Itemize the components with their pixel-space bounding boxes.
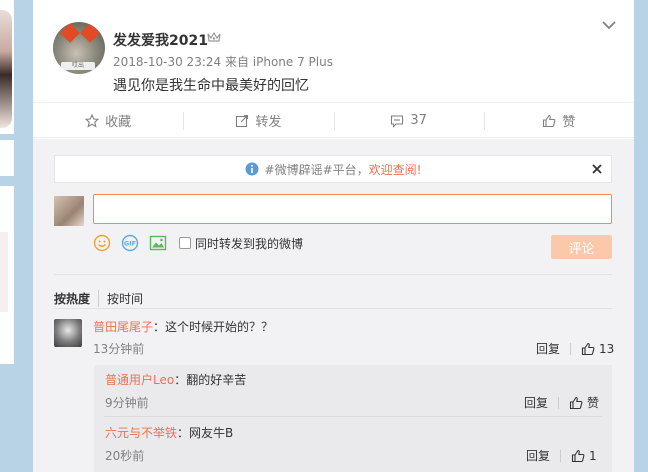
tab-sort-by-time[interactable]: 按时间 [98, 290, 151, 307]
replier-name[interactable]: 六元与不举铁 [105, 426, 177, 440]
chevron-down-icon[interactable] [602, 20, 616, 30]
post-text: 遇见你是我生命中最美好的回忆 [113, 78, 309, 94]
left-sidebar-fragment [0, 0, 14, 472]
divider [54, 308, 612, 309]
post-meta: 2018-10-30 23:24 来自 iPhone 7 Plus [113, 53, 333, 70]
comment-section: #微博辟谣#平台，欢迎查阅! GIF 同时转发到我的微博 评论 按热度 按时间 … [33, 139, 634, 472]
repost-checkbox-text: 同时转发到我的微博 [195, 236, 304, 251]
reply-text: ：翻的好辛苦 [174, 373, 247, 387]
repost-label: 转发 [255, 115, 282, 130]
image-icon[interactable] [149, 234, 167, 252]
commenter-avatar[interactable] [54, 319, 82, 347]
submit-comment-button[interactable]: 评论 [551, 235, 612, 259]
divider [104, 416, 602, 417]
post-timestamp[interactable]: 2018-10-30 23:24 [113, 55, 221, 69]
avatar-caption: 哎出 [61, 62, 95, 70]
comment-like-count: 13 [599, 341, 615, 356]
username[interactable]: 发发爱我2021 [113, 30, 208, 50]
crown-icon [207, 31, 221, 42]
repost-button[interactable]: 转发 [183, 103, 333, 138]
user-avatar[interactable]: 哎出 [53, 22, 105, 74]
comment-text: ：这个时候开始的？？ [153, 320, 274, 334]
comment-icon [391, 114, 404, 128]
weibo-post-card: 哎出 发发爱我2021 2018-10-30 23:24 来自 iPhone 7… [33, 0, 634, 472]
replier-name[interactable]: 普通用户Leo [105, 373, 174, 387]
comment-count: 37 [410, 113, 427, 128]
reply-button[interactable]: 回复 [536, 340, 560, 357]
reply-time: 9分钟前 [105, 396, 149, 410]
notice-text[interactable]: #微博辟谣#平台， [265, 163, 369, 177]
star-icon [85, 113, 100, 128]
reply-list: 普通用户Leo：翻的好辛苦 9分钟前 回复 赞 六元与不举铁：网友牛B 20秒前… [94, 365, 612, 472]
composer-tools: GIF 同时转发到我的微博 [93, 234, 303, 252]
post-header: 哎出 发发爱我2021 2018-10-30 23:24 来自 iPhone 7… [33, 0, 634, 138]
comment-actions: 回复 13 [536, 340, 614, 357]
comment-button[interactable]: 37 [333, 103, 484, 138]
left-profile-card [0, 0, 14, 134]
reply-actions: 回复 赞 [524, 394, 599, 411]
reply-button[interactable]: 回复 [524, 394, 548, 411]
reply-actions: 回复 1 [526, 447, 597, 464]
reply-like-label: 赞 [587, 396, 600, 410]
tab-sort-by-heat[interactable]: 按热度 [54, 290, 98, 307]
comment-time: 13分钟前 [93, 342, 145, 356]
post-source: 来自 iPhone 7 Plus [224, 55, 333, 69]
notice-link[interactable]: 欢迎查阅! [369, 163, 422, 177]
divider [54, 274, 612, 275]
left-card-fragment [0, 140, 14, 176]
reply-body: 普通用户Leo：翻的好辛苦 [105, 371, 246, 388]
comment-body: 普田尾尾子：这个时候开始的？？ [93, 318, 273, 335]
reply-time: 20秒前 [105, 449, 145, 463]
favorite-label: 收藏 [105, 115, 132, 130]
repost-checkbox[interactable] [179, 237, 191, 249]
like-label: 赞 [562, 115, 576, 130]
like-button[interactable]: 赞 [483, 103, 634, 138]
comment-input[interactable] [93, 194, 612, 224]
rumor-notice: #微博辟谣#平台，欢迎查阅! [54, 155, 612, 183]
sort-tabs: 按热度 按时间 [54, 290, 151, 307]
repost-checkbox-label[interactable]: 同时转发到我的微博 [179, 235, 303, 252]
reply-like-button[interactable]: 1 [571, 449, 597, 463]
commenter-name[interactable]: 普田尾尾子 [93, 320, 153, 334]
comment-like-button[interactable]: 13 [581, 342, 614, 356]
thumbs-up-icon [581, 342, 595, 355]
reply-body: 六元与不举铁：网友牛B [105, 424, 233, 441]
svg-text:GIF: GIF [124, 240, 136, 248]
reply-button[interactable]: 回复 [526, 447, 550, 464]
favorite-button[interactable]: 收藏 [33, 103, 183, 138]
repost-icon [236, 114, 249, 127]
left-card-fragment [0, 186, 14, 364]
thumbs-up-icon [543, 114, 556, 127]
reply-text: ：网友牛B [177, 426, 234, 440]
thumbs-up-icon [571, 449, 585, 462]
reply-like-count: 1 [589, 448, 597, 463]
action-bar: 收藏 转发 37 赞 [33, 102, 634, 138]
emoji-icon[interactable] [93, 234, 111, 252]
reply-like-button[interactable]: 赞 [569, 394, 599, 411]
info-icon [245, 162, 259, 176]
thumbs-up-icon [569, 396, 583, 409]
profile-photo [0, 10, 12, 128]
close-icon[interactable] [591, 163, 603, 175]
my-avatar [54, 196, 84, 226]
gif-icon[interactable]: GIF [121, 234, 139, 252]
